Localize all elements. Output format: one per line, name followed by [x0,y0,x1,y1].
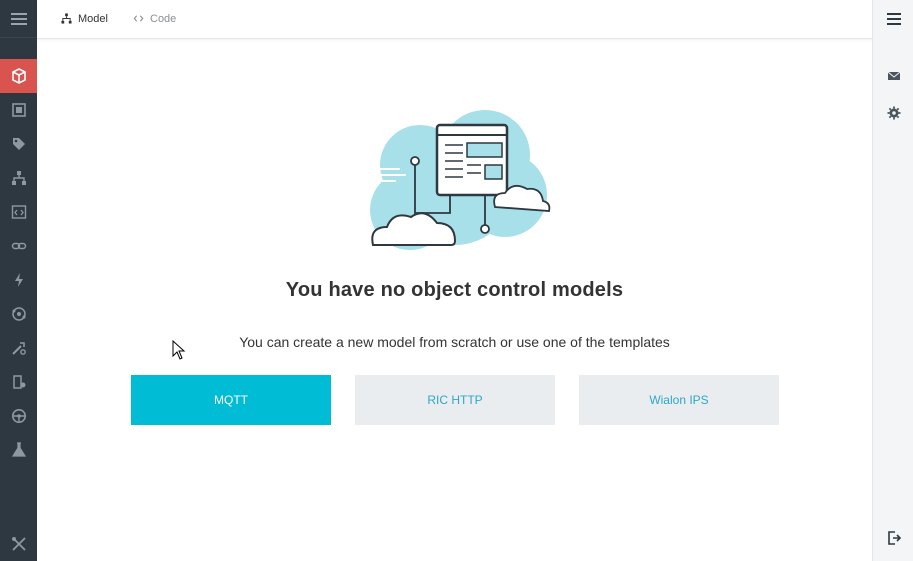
tools-icon [11,342,26,355]
logout-icon [887,531,901,545]
sidebar-item-tools[interactable] [0,331,37,365]
sidebar-item-frame[interactable] [0,93,37,127]
code-icon [133,15,144,22]
messages-button[interactable] [873,59,913,93]
tab-code-label: Code [150,12,177,25]
wrench-icon [11,537,26,551]
mouse-cursor-icon [172,340,186,360]
menu-toggle-button[interactable] [0,0,37,38]
main-content: You have no object control models You ca… [37,39,872,561]
sidebar-item-integrations[interactable] [0,297,37,331]
template-ric-http-button[interactable]: RIC HTTP [355,375,555,425]
code-window-icon [11,205,26,219]
hamburger-icon [886,13,901,25]
sidebar-item-tags[interactable] [0,127,37,161]
hierarchy-icon [11,171,26,185]
right-menu-button[interactable] [873,2,913,36]
frame-icon [11,103,26,117]
logout-button[interactable] [873,521,913,555]
sidebar-item-settings[interactable] [0,527,37,561]
gear-device-icon [12,375,25,389]
empty-state-subtitle: You can create a new model from scratch … [239,334,670,350]
atom-icon [11,307,26,321]
template-wialon-ips-button[interactable]: Wialon IPS [579,375,779,425]
gear-icon [887,106,900,120]
tag-icon [12,138,25,150]
flask-icon [11,442,26,457]
left-sidebar [0,0,37,561]
empty-state-title: You have no object control models [285,279,624,301]
sidebar-item-links[interactable] [0,229,37,263]
sidebar-item-models[interactable] [0,59,37,93]
bolt-icon [14,273,23,287]
hierarchy-icon [61,13,72,24]
sidebar-item-wheel[interactable] [0,399,37,433]
link-icon [11,242,26,250]
wheel-icon [11,409,26,423]
sidebar-item-lab[interactable] [0,433,37,467]
sidebar-item-devices[interactable] [0,365,37,399]
tab-bar: Model Code [37,0,872,39]
sidebar-item-hierarchy[interactable] [0,161,37,195]
template-mqtt-button[interactable]: MQTT [131,375,331,425]
tab-model-label: Model [78,12,108,25]
sidebar-item-code[interactable] [0,195,37,229]
tab-model[interactable]: Model [61,0,108,37]
right-panel [872,0,913,561]
sidebar-item-events[interactable] [0,263,37,297]
cloud-server-illustration [368,100,551,250]
envelope-icon [887,71,900,80]
tab-code[interactable]: Code [133,0,176,37]
settings-button[interactable] [873,96,913,130]
hamburger-icon [10,12,27,25]
cube-icon [11,68,26,84]
